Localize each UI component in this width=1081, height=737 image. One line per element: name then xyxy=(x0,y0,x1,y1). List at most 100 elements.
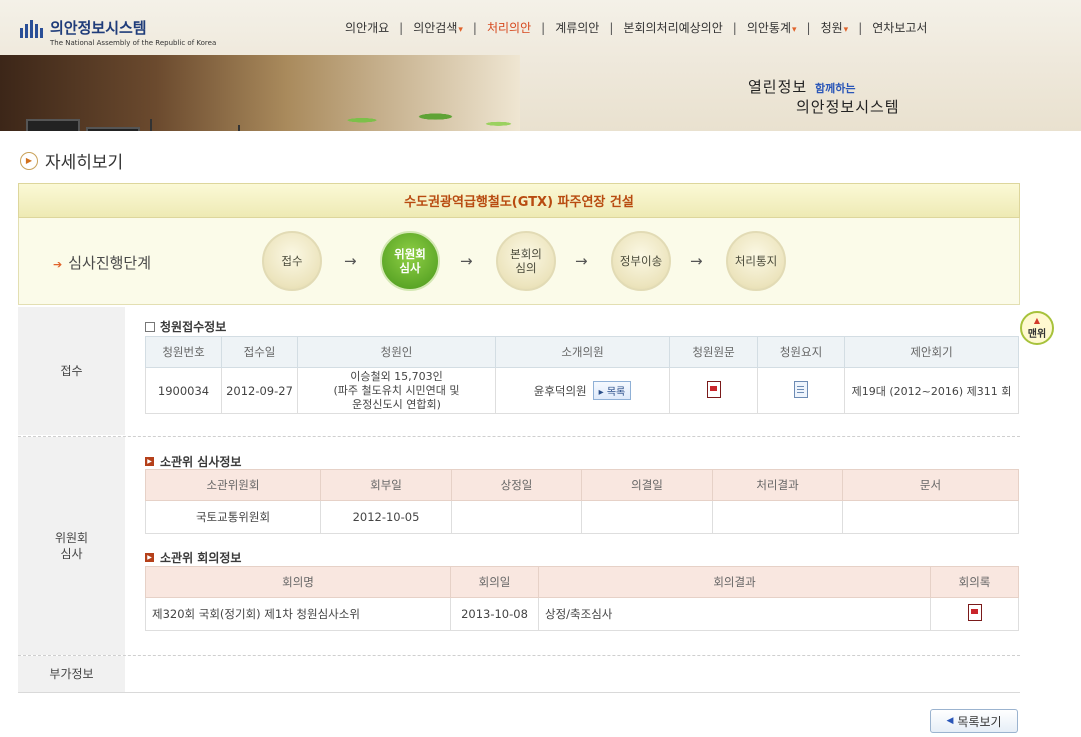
nav-item-6[interactable]: 청원▾ xyxy=(821,19,849,36)
committee-meeting-heading-text: 소관위 회의정보 xyxy=(160,551,242,565)
back-to-list-button[interactable]: ◀ 목록보기 xyxy=(930,709,1018,733)
nav-separator: | xyxy=(399,20,404,35)
nav-item-label: 연차보고서 xyxy=(872,21,928,35)
nav-separator: | xyxy=(472,20,477,35)
column-header: 소관위원회 xyxy=(145,469,321,501)
stage-step-2: 본회의 심의 xyxy=(496,231,556,291)
arrow-bullet-icon: ▶ xyxy=(145,457,154,466)
section-label-reception: 접수 xyxy=(18,307,125,435)
petition-number: 1900034 xyxy=(145,367,222,414)
slogan-with: 함께하는 xyxy=(815,82,856,95)
arrow-right-icon: → xyxy=(344,252,357,270)
table-cell xyxy=(451,500,582,534)
nav-item-5[interactable]: 의안통계▾ xyxy=(747,19,797,36)
arrow-right-icon: → xyxy=(575,252,588,270)
meeting-name: 제320회 국회(정기회) 제1차 청원심사소위 xyxy=(145,597,451,631)
nav-item-7[interactable]: 연차보고서 xyxy=(872,19,927,36)
table-cell xyxy=(581,500,713,534)
arrow-up-icon: ▲ xyxy=(1033,315,1041,325)
column-header: 회의명 xyxy=(145,566,451,598)
petitioner: 이승철외 15,703인 (파주 철도유치 시민연대 및 운정신도시 연합회) xyxy=(297,367,496,414)
stage-step-1: 위원회 심사 xyxy=(380,231,440,291)
pdf-icon[interactable] xyxy=(706,380,721,398)
chevron-down-icon: ▾ xyxy=(458,25,463,35)
nav-separator: | xyxy=(609,20,614,35)
petitioner-line: (파주 철도유치 시민연대 및 xyxy=(333,383,460,397)
committee-review-heading-text: 소관위 심사정보 xyxy=(160,455,242,469)
column-header: 상정일 xyxy=(451,469,582,501)
nav-item-4[interactable]: 본회의처리예상의안 xyxy=(623,19,722,36)
header-banner: 의안정보시스템 The National Assembly of the Rep… xyxy=(0,0,1081,131)
reception-heading-text: 청원접수정보 xyxy=(160,320,227,334)
column-header: 청원요지 xyxy=(757,336,845,368)
stage-label: ➔ 심사진행단계 xyxy=(53,252,151,273)
column-header: 회의결과 xyxy=(538,566,931,598)
top-nav: 의안개요 | 의안검색▾ | 처리의안 | 계류의안 | 본회의처리예상의안 | 의안통계▾ | 청원▾… xyxy=(345,19,927,36)
petition-date: 2012-09-27 xyxy=(221,367,298,414)
committee-review-table: 소관위원회 회부일 상정일 의결일 처리결과 문서 국토교통위원회 2012-10-05 xyxy=(145,469,1019,534)
scroll-top-button[interactable]: ▲ 맨위 xyxy=(1020,311,1054,345)
bill-title: 수도권광역급행철도(GTX) 파주연장 건설 xyxy=(18,183,1020,218)
table-cell: 국토교통위원회 xyxy=(145,500,321,534)
arrow-bullet-icon: ➔ xyxy=(53,258,63,271)
table-row: 국토교통위원회 2012-10-05 xyxy=(145,500,1019,534)
nav-item-2[interactable]: 처리의안 xyxy=(487,19,531,36)
petitioner-line: 운정신도시 연합회) xyxy=(352,397,441,411)
column-header: 소개의원 xyxy=(495,336,670,368)
reception-heading: 청원접수정보 xyxy=(145,318,226,335)
nav-item-label: 의안통계 xyxy=(746,21,791,35)
introducer: 윤후덕의원 xyxy=(533,384,587,398)
chevron-down-icon: ▾ xyxy=(843,25,849,35)
pdf-icon[interactable] xyxy=(967,604,982,621)
petition-table: 청원번호 접수일 청원인 소개의원 청원원문 청원요지 제안회기 1900034 2012-… xyxy=(145,336,1019,414)
chevron-down-icon: ▾ xyxy=(792,25,797,35)
column-header: 청원인 xyxy=(297,336,496,368)
column-header: 문서 xyxy=(842,469,1019,501)
back-to-list-label: 목록보기 xyxy=(957,714,1002,729)
nav-item-label: 처리의안 xyxy=(486,21,532,35)
nav-separator: | xyxy=(541,20,546,35)
committee-review-heading: ▶ 소관위 심사정보 xyxy=(145,453,241,470)
table-row: 1900034 2012-09-27 이승철외 15,703인 (파주 철도유치… xyxy=(145,367,1019,414)
proposal-session: 제19대 (2012~2016) 제311 회 xyxy=(844,367,1019,414)
nav-item-0[interactable]: 의안개요 xyxy=(345,19,389,36)
original-text-cell xyxy=(669,367,758,414)
nav-item-3[interactable]: 계류의안 xyxy=(555,19,599,36)
column-header: 의결일 xyxy=(581,469,713,501)
nav-item-label: 본회의처리예상의안 xyxy=(623,21,723,35)
table-cell: 2012-10-05 xyxy=(320,500,452,534)
committee-meeting-heading: ▶ 소관위 회의정보 xyxy=(145,549,241,566)
assembly-building-icon xyxy=(18,20,46,38)
grass-decoration xyxy=(320,95,530,131)
member-list-button[interactable]: ▸ 목록 xyxy=(592,381,632,400)
nav-separator: | xyxy=(806,20,811,35)
column-header: 접수일 xyxy=(221,336,298,368)
table-row: 제320회 국회(정기회) 제1차 청원심사소위 2013-10-08 상정/축… xyxy=(145,597,1019,631)
divider xyxy=(18,436,1020,437)
meeting-date: 2013-10-08 xyxy=(450,597,539,631)
review-stage: ➔ 심사진행단계 접수 → 위원회 심사 → 본회의 심의 → 정부이송 → 처리통지 xyxy=(18,218,1020,305)
introducer-cell: 윤후덕의원 ▸ 목록 xyxy=(495,367,670,414)
slogan: 열린정보 함께하는 의안정보시스템 xyxy=(748,76,899,116)
slogan-main: 열린정보 xyxy=(748,78,808,96)
nav-separator: | xyxy=(858,20,863,35)
stage-step-0: 접수 xyxy=(262,231,322,291)
minutes-cell xyxy=(930,597,1019,631)
page-title: ▶ 자세히보기 xyxy=(20,148,123,173)
page-title-text: 자세히보기 xyxy=(45,153,124,173)
stage-label-text: 심사진행단계 xyxy=(68,254,152,272)
nav-item-label: 의안검색 xyxy=(413,21,458,35)
arrow-bullet-icon: ▶ xyxy=(145,553,154,562)
column-header: 회의일 xyxy=(450,566,539,598)
column-header: 제안회기 xyxy=(844,336,1019,368)
petitioner-line: 이승철외 15,703인 xyxy=(350,369,443,383)
nav-separator: | xyxy=(732,20,737,35)
column-header: 처리결과 xyxy=(712,469,843,501)
nav-item-1[interactable]: 의안검색▾ xyxy=(413,19,463,36)
document-icon[interactable] xyxy=(794,380,808,398)
arrow-right-icon: → xyxy=(690,252,703,270)
checkbox-square-icon xyxy=(145,321,155,332)
logo-title: 의안정보시스템 xyxy=(50,19,147,37)
column-header: 청원번호 xyxy=(145,336,222,368)
committee-meeting-table: 회의명 회의일 회의결과 회의록 제320회 국회(정기회) 제1차 청원심사소위 2… xyxy=(145,566,1019,631)
